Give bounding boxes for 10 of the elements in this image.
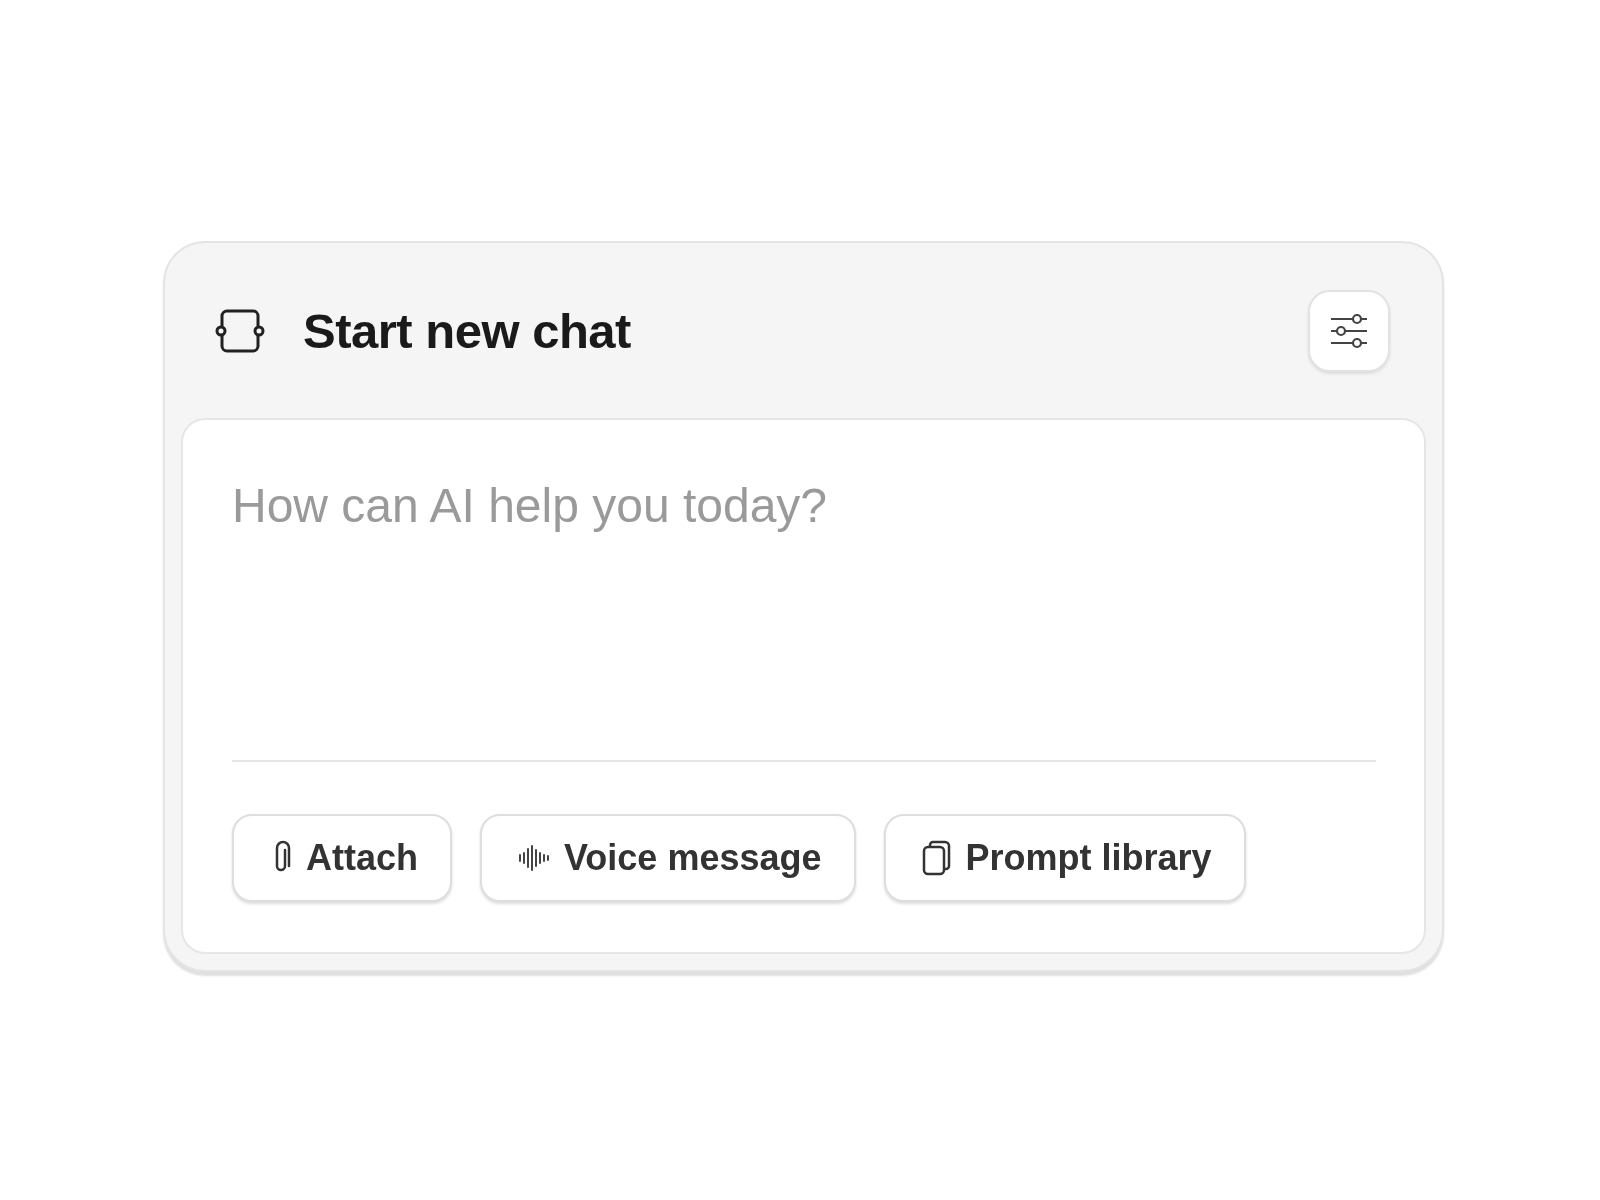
attach-button[interactable]: Attach (232, 814, 452, 902)
message-input[interactable]: How can AI help you today? (181, 418, 1426, 760)
sliders-icon (1329, 312, 1369, 349)
library-button[interactable]: Prompt library (883, 814, 1246, 902)
chat-frame-icon (215, 308, 265, 353)
waveform-icon (518, 844, 550, 872)
voice-button[interactable]: Voice message (480, 814, 856, 902)
settings-button[interactable] (1308, 289, 1390, 372)
window-title: Start new chat (303, 302, 632, 359)
copy-icon (921, 840, 952, 876)
